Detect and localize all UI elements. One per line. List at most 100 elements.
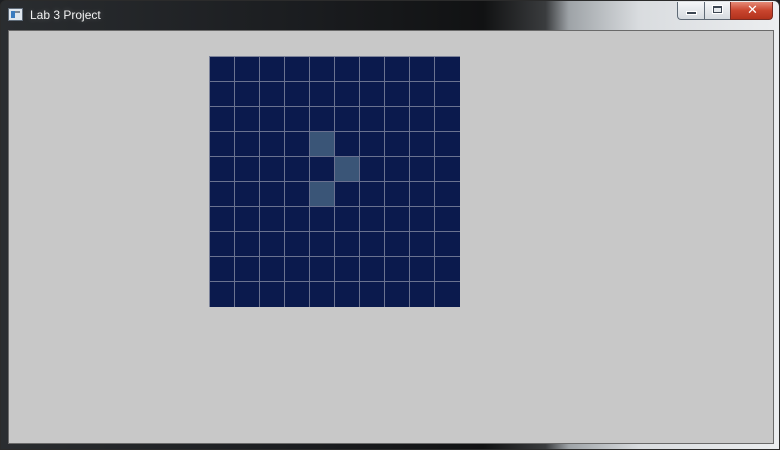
- grid-cell[interactable]: [260, 182, 285, 207]
- grid-cell[interactable]: [385, 182, 410, 207]
- grid-cell[interactable]: [285, 132, 310, 157]
- grid-cell[interactable]: [285, 82, 310, 107]
- grid-cell[interactable]: [260, 257, 285, 282]
- grid-cell[interactable]: [385, 57, 410, 82]
- cell-grid[interactable]: [209, 56, 460, 307]
- grid-cell[interactable]: [435, 132, 460, 157]
- grid-cell[interactable]: [260, 232, 285, 257]
- grid-cell-highlighted[interactable]: [310, 132, 335, 157]
- grid-cell[interactable]: [285, 282, 310, 307]
- grid-cell[interactable]: [235, 107, 260, 132]
- grid-cell[interactable]: [435, 157, 460, 182]
- grid-cell[interactable]: [435, 257, 460, 282]
- grid-cell[interactable]: [260, 157, 285, 182]
- grid-cell[interactable]: [310, 257, 335, 282]
- grid-cell[interactable]: [435, 82, 460, 107]
- grid-cell[interactable]: [310, 157, 335, 182]
- grid-cell[interactable]: [335, 57, 360, 82]
- close-button[interactable]: ✕: [730, 2, 773, 20]
- grid-cell[interactable]: [335, 82, 360, 107]
- grid-cell[interactable]: [210, 157, 235, 182]
- grid-cell[interactable]: [360, 257, 385, 282]
- maximize-button[interactable]: [704, 2, 730, 20]
- grid-cell[interactable]: [410, 107, 435, 132]
- grid-cell[interactable]: [335, 207, 360, 232]
- grid-cell[interactable]: [235, 157, 260, 182]
- grid-cell[interactable]: [285, 157, 310, 182]
- grid-cell[interactable]: [360, 232, 385, 257]
- grid-cell[interactable]: [285, 107, 310, 132]
- grid-cell[interactable]: [435, 107, 460, 132]
- grid-cell[interactable]: [410, 207, 435, 232]
- grid-cell[interactable]: [385, 257, 410, 282]
- grid-cell[interactable]: [210, 207, 235, 232]
- grid-cell[interactable]: [285, 257, 310, 282]
- grid-cell[interactable]: [410, 282, 435, 307]
- grid-cell[interactable]: [310, 232, 335, 257]
- grid-cell[interactable]: [360, 282, 385, 307]
- grid-cell[interactable]: [260, 57, 285, 82]
- grid-cell[interactable]: [385, 82, 410, 107]
- grid-cell[interactable]: [310, 282, 335, 307]
- grid-cell[interactable]: [260, 282, 285, 307]
- grid-cell[interactable]: [210, 82, 235, 107]
- grid-cell[interactable]: [385, 232, 410, 257]
- grid-cell[interactable]: [360, 157, 385, 182]
- grid-cell[interactable]: [335, 257, 360, 282]
- app-window-icon[interactable]: [8, 8, 23, 21]
- grid-cell[interactable]: [235, 57, 260, 82]
- grid-cell[interactable]: [410, 157, 435, 182]
- grid-cell[interactable]: [335, 107, 360, 132]
- grid-cell[interactable]: [235, 282, 260, 307]
- grid-cell[interactable]: [235, 182, 260, 207]
- grid-cell[interactable]: [235, 257, 260, 282]
- grid-cell[interactable]: [410, 257, 435, 282]
- grid-cell[interactable]: [210, 282, 235, 307]
- grid-cell[interactable]: [285, 57, 310, 82]
- grid-cell[interactable]: [210, 132, 235, 157]
- grid-cell[interactable]: [335, 132, 360, 157]
- grid-cell[interactable]: [360, 57, 385, 82]
- title-bar[interactable]: Lab 3 Project ✕: [1, 1, 779, 29]
- grid-cell[interactable]: [210, 107, 235, 132]
- grid-cell[interactable]: [210, 232, 235, 257]
- grid-cell[interactable]: [260, 107, 285, 132]
- grid-cell[interactable]: [410, 82, 435, 107]
- grid-cell[interactable]: [235, 207, 260, 232]
- grid-cell[interactable]: [335, 182, 360, 207]
- grid-cell[interactable]: [210, 57, 235, 82]
- grid-cell[interactable]: [310, 57, 335, 82]
- grid-cell[interactable]: [285, 207, 310, 232]
- grid-cell[interactable]: [235, 232, 260, 257]
- grid-cell[interactable]: [285, 182, 310, 207]
- grid-cell[interactable]: [385, 207, 410, 232]
- grid-cell[interactable]: [260, 207, 285, 232]
- grid-cell[interactable]: [360, 82, 385, 107]
- grid-cell[interactable]: [410, 132, 435, 157]
- grid-cell[interactable]: [335, 282, 360, 307]
- grid-cell[interactable]: [435, 207, 460, 232]
- grid-cell[interactable]: [435, 182, 460, 207]
- grid-cell[interactable]: [435, 57, 460, 82]
- grid-cell[interactable]: [310, 207, 335, 232]
- grid-cell[interactable]: [410, 232, 435, 257]
- grid-cell[interactable]: [360, 182, 385, 207]
- grid-cell[interactable]: [310, 82, 335, 107]
- grid-cell[interactable]: [235, 82, 260, 107]
- grid-cell[interactable]: [310, 107, 335, 132]
- grid-cell[interactable]: [360, 207, 385, 232]
- grid-cell[interactable]: [410, 182, 435, 207]
- grid-cell[interactable]: [385, 132, 410, 157]
- grid-cell-highlighted[interactable]: [310, 182, 335, 207]
- grid-cell[interactable]: [435, 282, 460, 307]
- grid-cell[interactable]: [435, 232, 460, 257]
- grid-cell[interactable]: [385, 282, 410, 307]
- minimize-button[interactable]: [677, 2, 704, 20]
- grid-cell[interactable]: [235, 132, 260, 157]
- grid-cell[interactable]: [385, 157, 410, 182]
- grid-cell[interactable]: [260, 132, 285, 157]
- grid-cell[interactable]: [210, 257, 235, 282]
- grid-cell[interactable]: [210, 182, 235, 207]
- grid-cell[interactable]: [260, 82, 285, 107]
- grid-cell[interactable]: [360, 132, 385, 157]
